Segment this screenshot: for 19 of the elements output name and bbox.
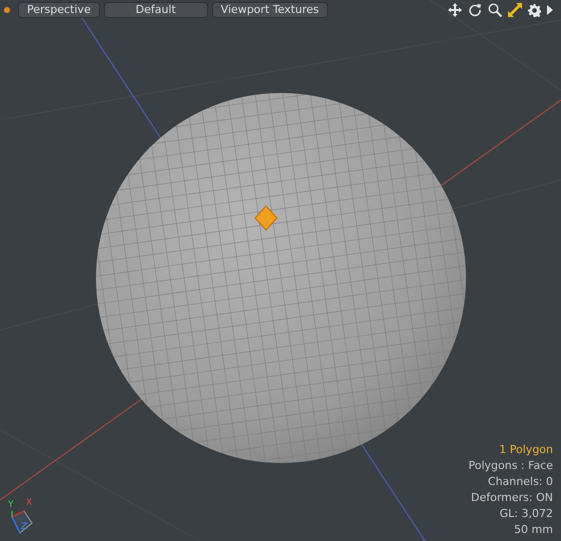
selection-count: 1 Polygon [499, 442, 553, 458]
viewport-menu-button[interactable]: Perspective [18, 2, 100, 18]
viewport-info-text: GL: 3,072 [500, 506, 553, 522]
viewport-menu-button[interactable]: Default [104, 2, 208, 18]
viewport-info-text: Polygons : Face [468, 458, 553, 474]
move-icon[interactable] [448, 3, 462, 17]
viewport-menu-button[interactable]: Viewport Textures [212, 2, 328, 18]
selected-polygon-marker [254, 205, 278, 231]
search-icon[interactable] [488, 3, 502, 17]
axis-label: X [26, 497, 32, 510]
expand-arrows-icon[interactable] [508, 3, 522, 17]
axis-label: Y [8, 499, 14, 512]
viewport-info-text: Deformers: ON [471, 490, 553, 506]
viewport-info-text: Channels: 0 [488, 474, 553, 490]
play-triangle-icon[interactable] [547, 5, 553, 15]
axis-label: Z [21, 521, 28, 534]
settings-icon[interactable] [528, 4, 541, 16]
viewport-info-text: 50 mm [514, 522, 553, 538]
rotate-icon[interactable] [468, 3, 482, 17]
